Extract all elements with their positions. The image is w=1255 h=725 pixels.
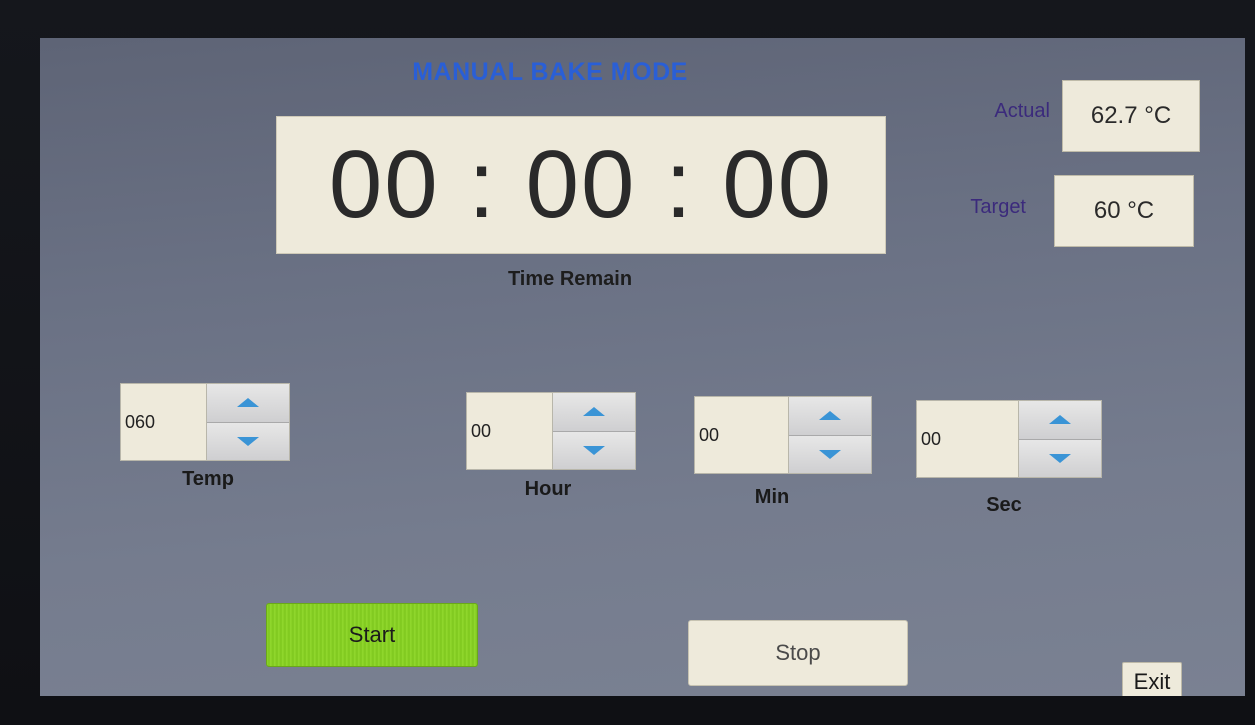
touch-screen: MANUAL BAKE MODE 00 : 00 : 00 Time Remai… [40, 38, 1245, 696]
temp-spinner: 060 [120, 383, 290, 461]
sec-spinner-arrows [1018, 401, 1101, 477]
time-remaining-label: Time Remain [507, 268, 633, 290]
target-temp-label: Target [970, 196, 1026, 218]
sec-decrement-button[interactable] [1019, 439, 1101, 477]
actual-temp-label: Actual [994, 100, 1050, 122]
arrow-up-icon [1049, 415, 1071, 425]
arrow-down-icon [583, 445, 605, 455]
temp-increment-button[interactable] [207, 384, 289, 423]
arrow-down-icon [1049, 453, 1071, 463]
time-remaining-display: 00 : 00 : 00 [276, 116, 886, 254]
stop-button[interactable]: Stop [688, 620, 908, 686]
arrow-up-icon [819, 411, 841, 421]
arrow-down-icon [819, 449, 841, 459]
temp-spinner-arrows [206, 384, 289, 460]
page-title: MANUAL BAKE MODE [412, 58, 688, 86]
start-button[interactable]: Start [266, 603, 478, 667]
min-spinner-label: Min [754, 486, 790, 508]
min-spinner-value[interactable]: 00 [695, 397, 788, 473]
hour-increment-button[interactable] [553, 393, 635, 432]
sec-spinner-value[interactable]: 00 [917, 401, 1018, 477]
sec-spinner: 00 [916, 400, 1102, 478]
min-spinner-arrows [788, 397, 871, 473]
hour-decrement-button[interactable] [553, 431, 635, 469]
actual-temp-value: 62.7 °C [1062, 80, 1200, 152]
temp-spinner-value[interactable]: 060 [121, 384, 206, 460]
temp-decrement-button[interactable] [207, 422, 289, 460]
arrow-up-icon [237, 398, 259, 408]
temp-spinner-label: Temp [182, 468, 234, 490]
target-temp-value: 60 °C [1054, 175, 1194, 247]
sec-spinner-label: Sec [986, 494, 1022, 516]
hour-spinner-label: Hour [524, 478, 572, 500]
min-decrement-button[interactable] [789, 435, 871, 473]
sec-increment-button[interactable] [1019, 401, 1101, 440]
arrow-up-icon [583, 407, 605, 417]
min-spinner: 00 [694, 396, 872, 474]
hour-spinner-arrows [552, 393, 635, 469]
arrow-down-icon [237, 436, 259, 446]
min-increment-button[interactable] [789, 397, 871, 436]
hour-spinner: 00 [466, 392, 636, 470]
hour-spinner-value[interactable]: 00 [467, 393, 552, 469]
exit-button[interactable]: Exit [1122, 662, 1182, 696]
time-remaining-value: 00 : 00 : 00 [328, 131, 834, 238]
